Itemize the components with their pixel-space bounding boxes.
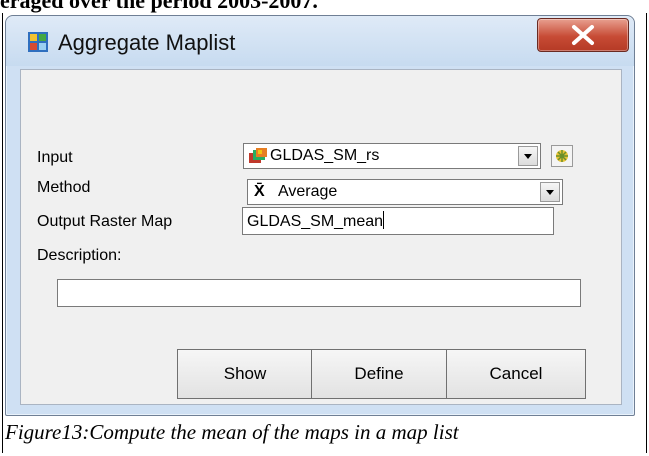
method-dropdown-button[interactable] <box>540 182 560 202</box>
description-field[interactable] <box>57 279 581 307</box>
mean-symbol-icon: X̄ <box>254 183 265 200</box>
app-icon <box>28 32 48 52</box>
input-value: GLDAS_SM_rs <box>270 147 380 164</box>
output-raster-map-field[interactable]: GLDAS_SM_mean <box>242 207 554 235</box>
input-label: Input <box>37 149 73 166</box>
dropdown-arrow-icon <box>524 154 532 159</box>
cancel-button[interactable]: Cancel <box>446 349 586 399</box>
aggregate-maplist-dialog: Aggregate Maplist Input GLDAS_SM_rs Meth… <box>5 15 635 416</box>
maplist-icon <box>249 148 267 163</box>
browse-icon <box>556 150 568 162</box>
output-raster-map-label: Output Raster Map <box>37 213 173 230</box>
input-dropdown-button[interactable] <box>518 146 538 166</box>
define-button[interactable]: Define <box>311 349 447 399</box>
description-label: Description: <box>37 247 122 264</box>
browse-button[interactable] <box>551 145 573 167</box>
close-button[interactable] <box>537 18 629 52</box>
dropdown-arrow-icon <box>546 190 554 195</box>
figure-caption: Figure13:Compute the mean of the maps in… <box>5 420 459 444</box>
method-combobox[interactable]: X̄ Average <box>247 179 563 205</box>
document-heading: eraged over the period 2003-2007. <box>0 0 318 13</box>
window-title: Aggregate Maplist <box>58 30 236 55</box>
dialog-body: Input GLDAS_SM_rs Method X̄ Average Outp… <box>20 69 622 405</box>
method-value: Average <box>278 183 338 200</box>
method-label: Method <box>37 179 91 196</box>
input-combobox[interactable]: GLDAS_SM_rs <box>243 143 541 169</box>
output-raster-map-value: GLDAS_SM_mean <box>247 213 384 230</box>
title-bar[interactable]: Aggregate Maplist <box>6 16 634 66</box>
text-cursor <box>383 211 385 229</box>
close-icon <box>572 25 594 45</box>
show-button[interactable]: Show <box>177 349 313 399</box>
